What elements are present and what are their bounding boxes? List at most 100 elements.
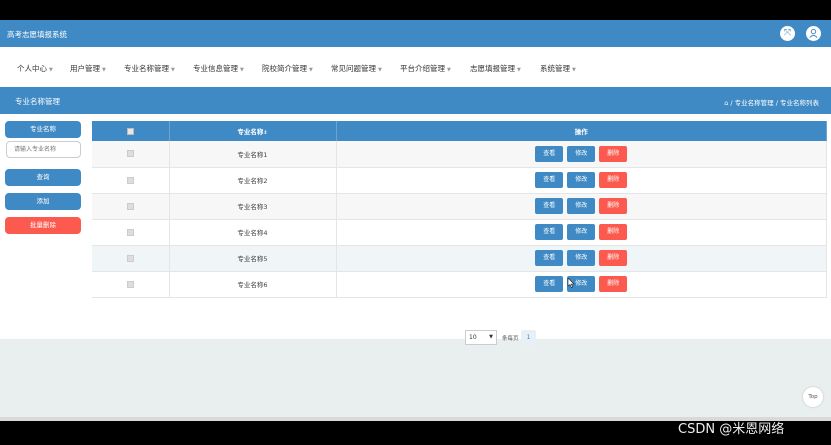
row-checkbox[interactable]: [126, 202, 134, 210]
menu-item-faq-management[interactable]: 常见问题管理 ▼: [331, 63, 382, 74]
edit-button[interactable]: 修改: [567, 145, 596, 162]
menu-item-label: 平台介绍管理: [400, 64, 445, 73]
edit-button[interactable]: 修改: [567, 224, 596, 240]
page-title: 专业名称管理: [15, 97, 60, 106]
view-button[interactable]: 查看: [535, 198, 564, 214]
menu-item-label: 专业信息管理: [193, 64, 238, 73]
menu-item-platform-intro-management[interactable]: 平台介绍管理 ▼: [400, 63, 451, 74]
row-actions: 查看 修改 删除: [336, 167, 827, 194]
row-actions: 查看 修改 删除: [336, 245, 827, 272]
menu-item-label: 常见问题管理: [331, 64, 376, 73]
chevron-down-icon: ▼: [378, 67, 382, 73]
menu-item-major-info-management[interactable]: 专业信息管理 ▼: [193, 63, 244, 74]
menu-item-label: 院校简介管理: [262, 64, 307, 73]
page-number-current[interactable]: 1: [521, 330, 536, 345]
sort-icon: ⇕: [263, 130, 268, 136]
menu-item-major-name-management[interactable]: 专业名称管理 ▼: [124, 63, 175, 74]
table-header-row: 专业名称⇕ 操作: [92, 121, 827, 141]
column-header-name[interactable]: 专业名称⇕: [169, 121, 337, 141]
cell-major-name: 专业名称4: [169, 219, 337, 246]
chevron-down-icon: ▼: [489, 334, 493, 340]
edit-button[interactable]: 修改: [567, 198, 596, 214]
delete-button[interactable]: 删除: [599, 172, 628, 188]
row-checkbox[interactable]: [126, 150, 134, 158]
chevron-down-icon: ▼: [447, 67, 451, 73]
mouse-cursor-icon: [567, 278, 575, 288]
delete-button[interactable]: 删除: [599, 224, 628, 240]
back-to-top-button[interactable]: Top: [803, 387, 823, 407]
select-all-checkbox[interactable]: [126, 127, 134, 135]
menu-item-college-intro-management[interactable]: 院校简介管理 ▼: [262, 63, 313, 74]
view-button[interactable]: 查看: [535, 276, 564, 292]
cell-major-name: 专业名称2: [169, 167, 337, 194]
breadcrumb-bar: 专业名称管理 ⌂ / 专业名称管理 / 专业名称列表: [0, 87, 831, 114]
app-window: 高考志愿填报系统 ⤧ 个人中心 ▼ 用户管理 ▼ 专业名称管理 ▼ 专业信息管理 ▼ 院…: [0, 20, 831, 421]
row-select-cell: [92, 245, 170, 272]
chevron-down-icon: ▼: [309, 67, 313, 73]
menu-item-application-management[interactable]: 志愿填报管理 ▼: [470, 63, 521, 74]
column-header-actions: 操作: [336, 121, 827, 141]
row-checkbox[interactable]: [126, 254, 134, 262]
table-row: 专业名称1 查看 修改 删除: [92, 141, 827, 168]
row-select-cell: [92, 219, 170, 246]
row-select-cell: [92, 167, 170, 194]
top-header: 高考志愿填报系统 ⤧: [0, 20, 831, 47]
menu-item-label: 用户管理: [70, 64, 100, 73]
row-select-cell: [92, 141, 170, 168]
page-size-select[interactable]: 10 ▼: [465, 330, 497, 345]
user-glyph-icon: [809, 28, 818, 38]
search-input[interactable]: [6, 141, 81, 158]
row-select-cell: [92, 193, 170, 220]
chevron-down-icon: ▼: [49, 67, 53, 73]
menu-item-user-management[interactable]: 用户管理 ▼: [70, 63, 106, 74]
menu-item-label: 系统管理: [540, 64, 570, 73]
watermark: CSDN @米恩网络: [678, 422, 785, 437]
chevron-down-icon: ▼: [572, 67, 576, 73]
add-button[interactable]: 添加: [5, 193, 81, 210]
view-button[interactable]: 查看: [535, 224, 564, 240]
chevron-down-icon: ▼: [240, 67, 244, 73]
table-row: 专业名称5 查看 修改 删除: [92, 245, 827, 272]
user-icon[interactable]: [806, 26, 821, 41]
cell-major-name: 专业名称1: [169, 141, 337, 168]
main-menu: 个人中心 ▼ 用户管理 ▼ 专业名称管理 ▼ 专业信息管理 ▼ 院校简介管理 ▼ 常见问题…: [0, 47, 831, 87]
row-checkbox[interactable]: [126, 280, 134, 288]
view-button[interactable]: 查看: [535, 145, 564, 162]
delete-button[interactable]: 删除: [599, 198, 628, 214]
row-checkbox[interactable]: [126, 228, 134, 236]
menu-item-label: 个人中心: [17, 64, 47, 73]
menu-item-label: 专业名称管理: [124, 64, 169, 73]
select-all-header: [92, 121, 170, 141]
fullscreen-icon[interactable]: ⤧: [780, 26, 795, 41]
cell-major-name: 专业名称5: [169, 245, 337, 272]
row-select-cell: [92, 271, 170, 298]
table-row: 专业名称2 查看 修改 删除: [92, 167, 827, 194]
column-header-label: 专业名称: [237, 128, 264, 136]
view-button[interactable]: 查看: [535, 172, 564, 188]
home-icon[interactable]: ⌂: [724, 99, 728, 107]
search-button[interactable]: 查询: [5, 169, 81, 186]
table-row: 专业名称6 查看 修改 删除: [92, 271, 827, 298]
breadcrumb-path[interactable]: / 专业名称管理 / 专业名称列表: [730, 99, 819, 107]
batch-delete-button[interactable]: 批量删除: [5, 217, 81, 234]
delete-button[interactable]: 删除: [599, 250, 628, 266]
edit-button[interactable]: 修改: [567, 250, 596, 266]
row-checkbox[interactable]: [126, 176, 134, 184]
delete-button[interactable]: 删除: [599, 276, 628, 292]
menu-item-label: 志愿填报管理: [470, 64, 515, 73]
row-actions: 查看 修改 删除: [336, 193, 827, 220]
table-row: 专业名称3 查看 修改 删除: [92, 193, 827, 220]
edit-button[interactable]: 修改: [567, 172, 596, 188]
row-actions: 查看 修改 删除: [336, 141, 827, 168]
app-title: 高考志愿填报系统: [7, 30, 67, 39]
page-size-value: 10: [469, 334, 477, 341]
row-actions: 查看 修改 删除: [336, 271, 827, 298]
menu-item-personal-center[interactable]: 个人中心 ▼: [17, 63, 53, 74]
delete-button[interactable]: 删除: [599, 145, 628, 162]
view-button[interactable]: 查看: [535, 250, 564, 266]
page-size-label: 条每页: [502, 336, 519, 342]
major-name-table: 专业名称⇕ 操作 专业名称1 查看 修改 删除 专业名称2 查看 修改 删除 专业名称: [92, 121, 827, 298]
field-label-major-name: 专业名称: [5, 121, 81, 138]
chevron-down-icon: ▼: [102, 67, 106, 73]
menu-item-system-management[interactable]: 系统管理 ▼: [540, 63, 576, 74]
